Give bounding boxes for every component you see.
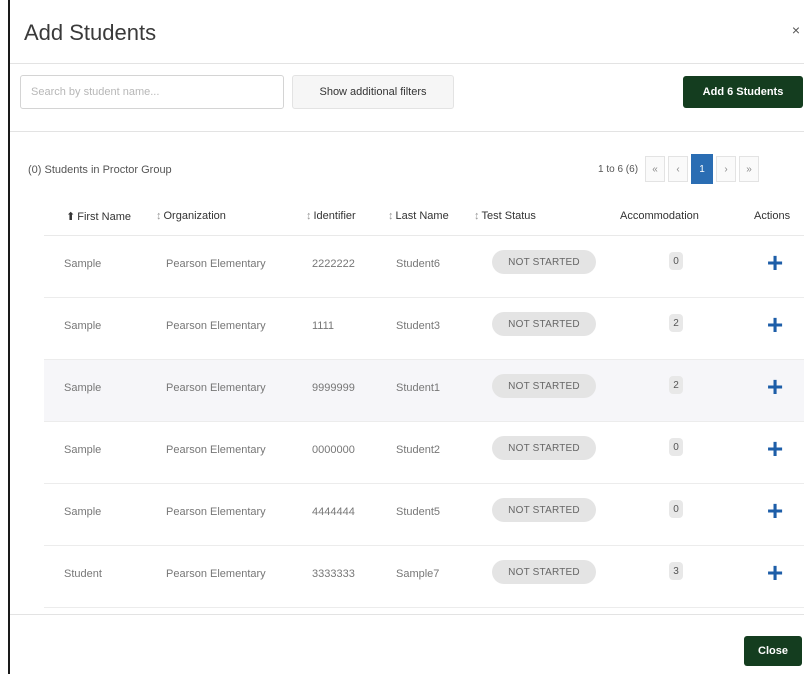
last-page-button[interactable]: »: [739, 156, 760, 182]
toolbar: Show additional filters Add 6 Students: [10, 64, 804, 132]
add-student-plus-icon[interactable]: +: [764, 310, 786, 340]
column-organization[interactable]: ↕ Organization: [156, 210, 226, 222]
identifier-cell: 3333333: [312, 568, 355, 580]
first-name-cell: Sample: [64, 258, 102, 270]
add-student-plus-icon[interactable]: +: [764, 248, 786, 278]
status-badge: NOT STARTED: [492, 436, 596, 460]
proctor-group-count: (0) Students in Proctor Group: [28, 164, 172, 176]
organization-cell: Pearson Elementary: [166, 320, 266, 332]
column-actions: Actions: [754, 210, 791, 222]
accommodation-badge[interactable]: 0: [669, 438, 683, 456]
show-additional-filters-button[interactable]: Show additional filters: [292, 75, 454, 109]
last-name-cell: Student3: [396, 320, 441, 332]
organization-cell: Pearson Elementary: [166, 382, 266, 394]
organization-cell: Pearson Elementary: [166, 568, 266, 580]
table-row: Sample Pearson Elementary 9999999 Studen…: [44, 360, 804, 422]
first-page-button[interactable]: «: [645, 156, 666, 182]
identifier-cell: 1111: [312, 320, 335, 332]
identifier-cell: 2222222: [312, 258, 355, 270]
table-row: Sample Pearson Elementary 2222222 Studen…: [44, 236, 804, 298]
accommodation-badge[interactable]: 2: [669, 376, 683, 394]
status-badge: NOT STARTED: [492, 374, 596, 398]
modal-header: Add Students ×: [10, 0, 804, 64]
student-search-input[interactable]: [20, 75, 284, 109]
table-header: ⬆ First Name ↕ Organization ↕ Identifier ↕ L…: [44, 198, 804, 236]
accommodation-badge[interactable]: 3: [669, 562, 683, 580]
organization-cell: Pearson Elementary: [166, 444, 266, 456]
organization-cell: Pearson Elementary: [166, 506, 266, 518]
sort-icon: ↕: [474, 210, 480, 222]
status-badge: NOT STARTED: [492, 250, 596, 274]
first-name-cell: Sample: [64, 320, 102, 332]
table-row: Sample Pearson Elementary 4444444 Studen…: [44, 484, 804, 546]
column-first-name[interactable]: ⬆ First Name: [66, 210, 131, 223]
table-row: Student Pearson Elementary 3333333 Sampl…: [44, 546, 804, 608]
column-identifier[interactable]: ↕ Identifier: [306, 210, 356, 222]
column-last-name[interactable]: ↕ Last Name: [388, 210, 449, 222]
next-page-button[interactable]: ›: [716, 156, 737, 182]
add-student-plus-icon[interactable]: +: [764, 558, 786, 588]
add-student-plus-icon[interactable]: +: [764, 496, 786, 526]
modal-title: Add Students: [24, 20, 157, 45]
pagination: 1 to 6 (6) « ‹ 1 › »: [598, 154, 760, 184]
status-badge: NOT STARTED: [492, 498, 596, 522]
sort-asc-icon: ⬆: [66, 211, 76, 223]
accommodation-badge[interactable]: 2: [669, 314, 683, 332]
students-table: ⬆ First Name ↕ Organization ↕ Identifier ↕ L…: [44, 198, 804, 608]
identifier-cell: 4444444: [312, 506, 355, 518]
sort-icon: ↕: [156, 210, 162, 222]
accommodation-badge[interactable]: 0: [669, 500, 683, 518]
table-row: Sample Pearson Elementary 1111 Student3 …: [44, 298, 804, 360]
footer-divider: [10, 614, 804, 615]
table-row: Sample Pearson Elementary 0000000 Studen…: [44, 422, 804, 484]
sort-icon: ↕: [388, 210, 394, 222]
last-name-cell: Student1: [396, 382, 441, 394]
page-1-button[interactable]: 1: [691, 154, 714, 184]
close-button[interactable]: Close: [744, 636, 802, 666]
status-badge: NOT STARTED: [492, 312, 596, 336]
prev-page-button[interactable]: ‹: [668, 156, 689, 182]
add-student-plus-icon[interactable]: +: [764, 434, 786, 464]
last-name-cell: Student2: [396, 444, 441, 456]
column-test-status[interactable]: ↕ Test Status: [474, 210, 536, 222]
add-students-modal: Add Students × Show additional filters A…: [10, 0, 804, 674]
identifier-cell: 0000000: [312, 444, 355, 456]
last-name-cell: Sample7: [396, 568, 440, 580]
status-badge: NOT STARTED: [492, 560, 596, 584]
first-name-cell: Sample: [64, 444, 102, 456]
pagination-range: 1 to 6 (6): [598, 163, 639, 175]
last-name-cell: Student5: [396, 506, 441, 518]
identifier-cell: 9999999: [312, 382, 355, 394]
add-student-plus-icon[interactable]: +: [764, 372, 786, 402]
add-students-button[interactable]: Add 6 Students: [683, 76, 803, 108]
first-name-cell: Sample: [64, 382, 102, 394]
close-icon[interactable]: ×: [792, 22, 800, 38]
sort-icon: ↕: [306, 210, 312, 222]
first-name-cell: Sample: [64, 506, 102, 518]
organization-cell: Pearson Elementary: [166, 258, 266, 270]
accommodation-badge[interactable]: 0: [669, 252, 683, 270]
last-name-cell: Student6: [396, 258, 441, 270]
first-name-cell: Student: [64, 568, 102, 580]
column-accommodation: Accommodation: [620, 210, 699, 222]
